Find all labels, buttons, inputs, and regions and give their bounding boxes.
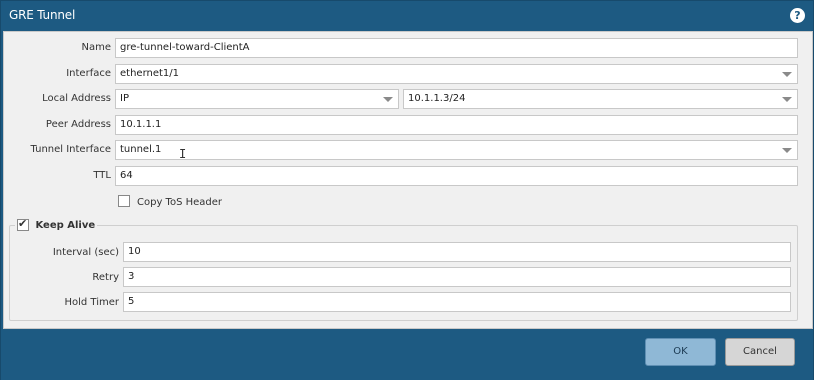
tunnel-interface-label: Tunnel Interface xyxy=(30,144,111,155)
ttl-input[interactable]: 64 xyxy=(115,166,798,186)
name-input[interactable]: gre-tunnel-toward-ClientA xyxy=(115,38,798,58)
interface-select[interactable]: ethernet1/1 xyxy=(115,64,798,84)
tunnel-interface-value: tunnel.1 xyxy=(120,144,162,155)
chevron-down-icon[interactable] xyxy=(378,90,398,108)
dialog-titlebar: GRE Tunnel ? xyxy=(1,1,813,31)
retry-label: Retry xyxy=(92,272,119,283)
ttl-label: TTL xyxy=(93,170,111,181)
name-label: Name xyxy=(81,42,111,53)
dialog-title: GRE Tunnel xyxy=(9,8,76,22)
copy-tos-header-checkbox[interactable] xyxy=(118,195,130,207)
cancel-button[interactable]: Cancel xyxy=(725,338,795,366)
local-address-type-value: IP xyxy=(120,93,129,104)
interface-value: ethernet1/1 xyxy=(120,68,180,79)
local-address-ip-value: 10.1.1.3/24 xyxy=(408,93,466,104)
interface-label: Interface xyxy=(66,68,111,79)
retry-input[interactable]: 3 xyxy=(123,267,791,287)
tunnel-interface-select[interactable]: tunnel.1 xyxy=(115,140,798,160)
interval-label: Interval (sec) xyxy=(52,247,119,258)
chevron-down-icon[interactable] xyxy=(777,90,797,108)
keep-alive-legend: Keep Alive xyxy=(15,217,98,231)
local-address-ip-select[interactable]: 10.1.1.3/24 xyxy=(403,89,798,109)
chevron-down-icon[interactable] xyxy=(777,141,797,159)
local-address-type-select[interactable]: IP xyxy=(115,89,399,109)
ok-button[interactable]: OK xyxy=(645,338,716,366)
gre-tunnel-dialog: GRE Tunnel ? Name gre-tunnel-toward-Clie… xyxy=(0,0,814,380)
text-cursor-icon: I xyxy=(179,147,187,161)
local-address-label: Local Address xyxy=(42,93,111,104)
peer-address-label: Peer Address xyxy=(45,119,111,130)
chevron-down-icon[interactable] xyxy=(777,65,797,83)
keep-alive-label: Keep Alive xyxy=(35,220,96,231)
hold-timer-label: Hold Timer xyxy=(64,297,119,308)
interval-input[interactable]: 10 xyxy=(123,242,791,262)
copy-tos-header-label: Copy ToS Header xyxy=(137,197,223,208)
peer-address-input[interactable]: 10.1.1.1 xyxy=(115,115,798,135)
help-icon[interactable]: ? xyxy=(790,8,805,23)
hold-timer-input[interactable]: 5 xyxy=(123,292,791,312)
keep-alive-checkbox[interactable] xyxy=(17,217,29,231)
